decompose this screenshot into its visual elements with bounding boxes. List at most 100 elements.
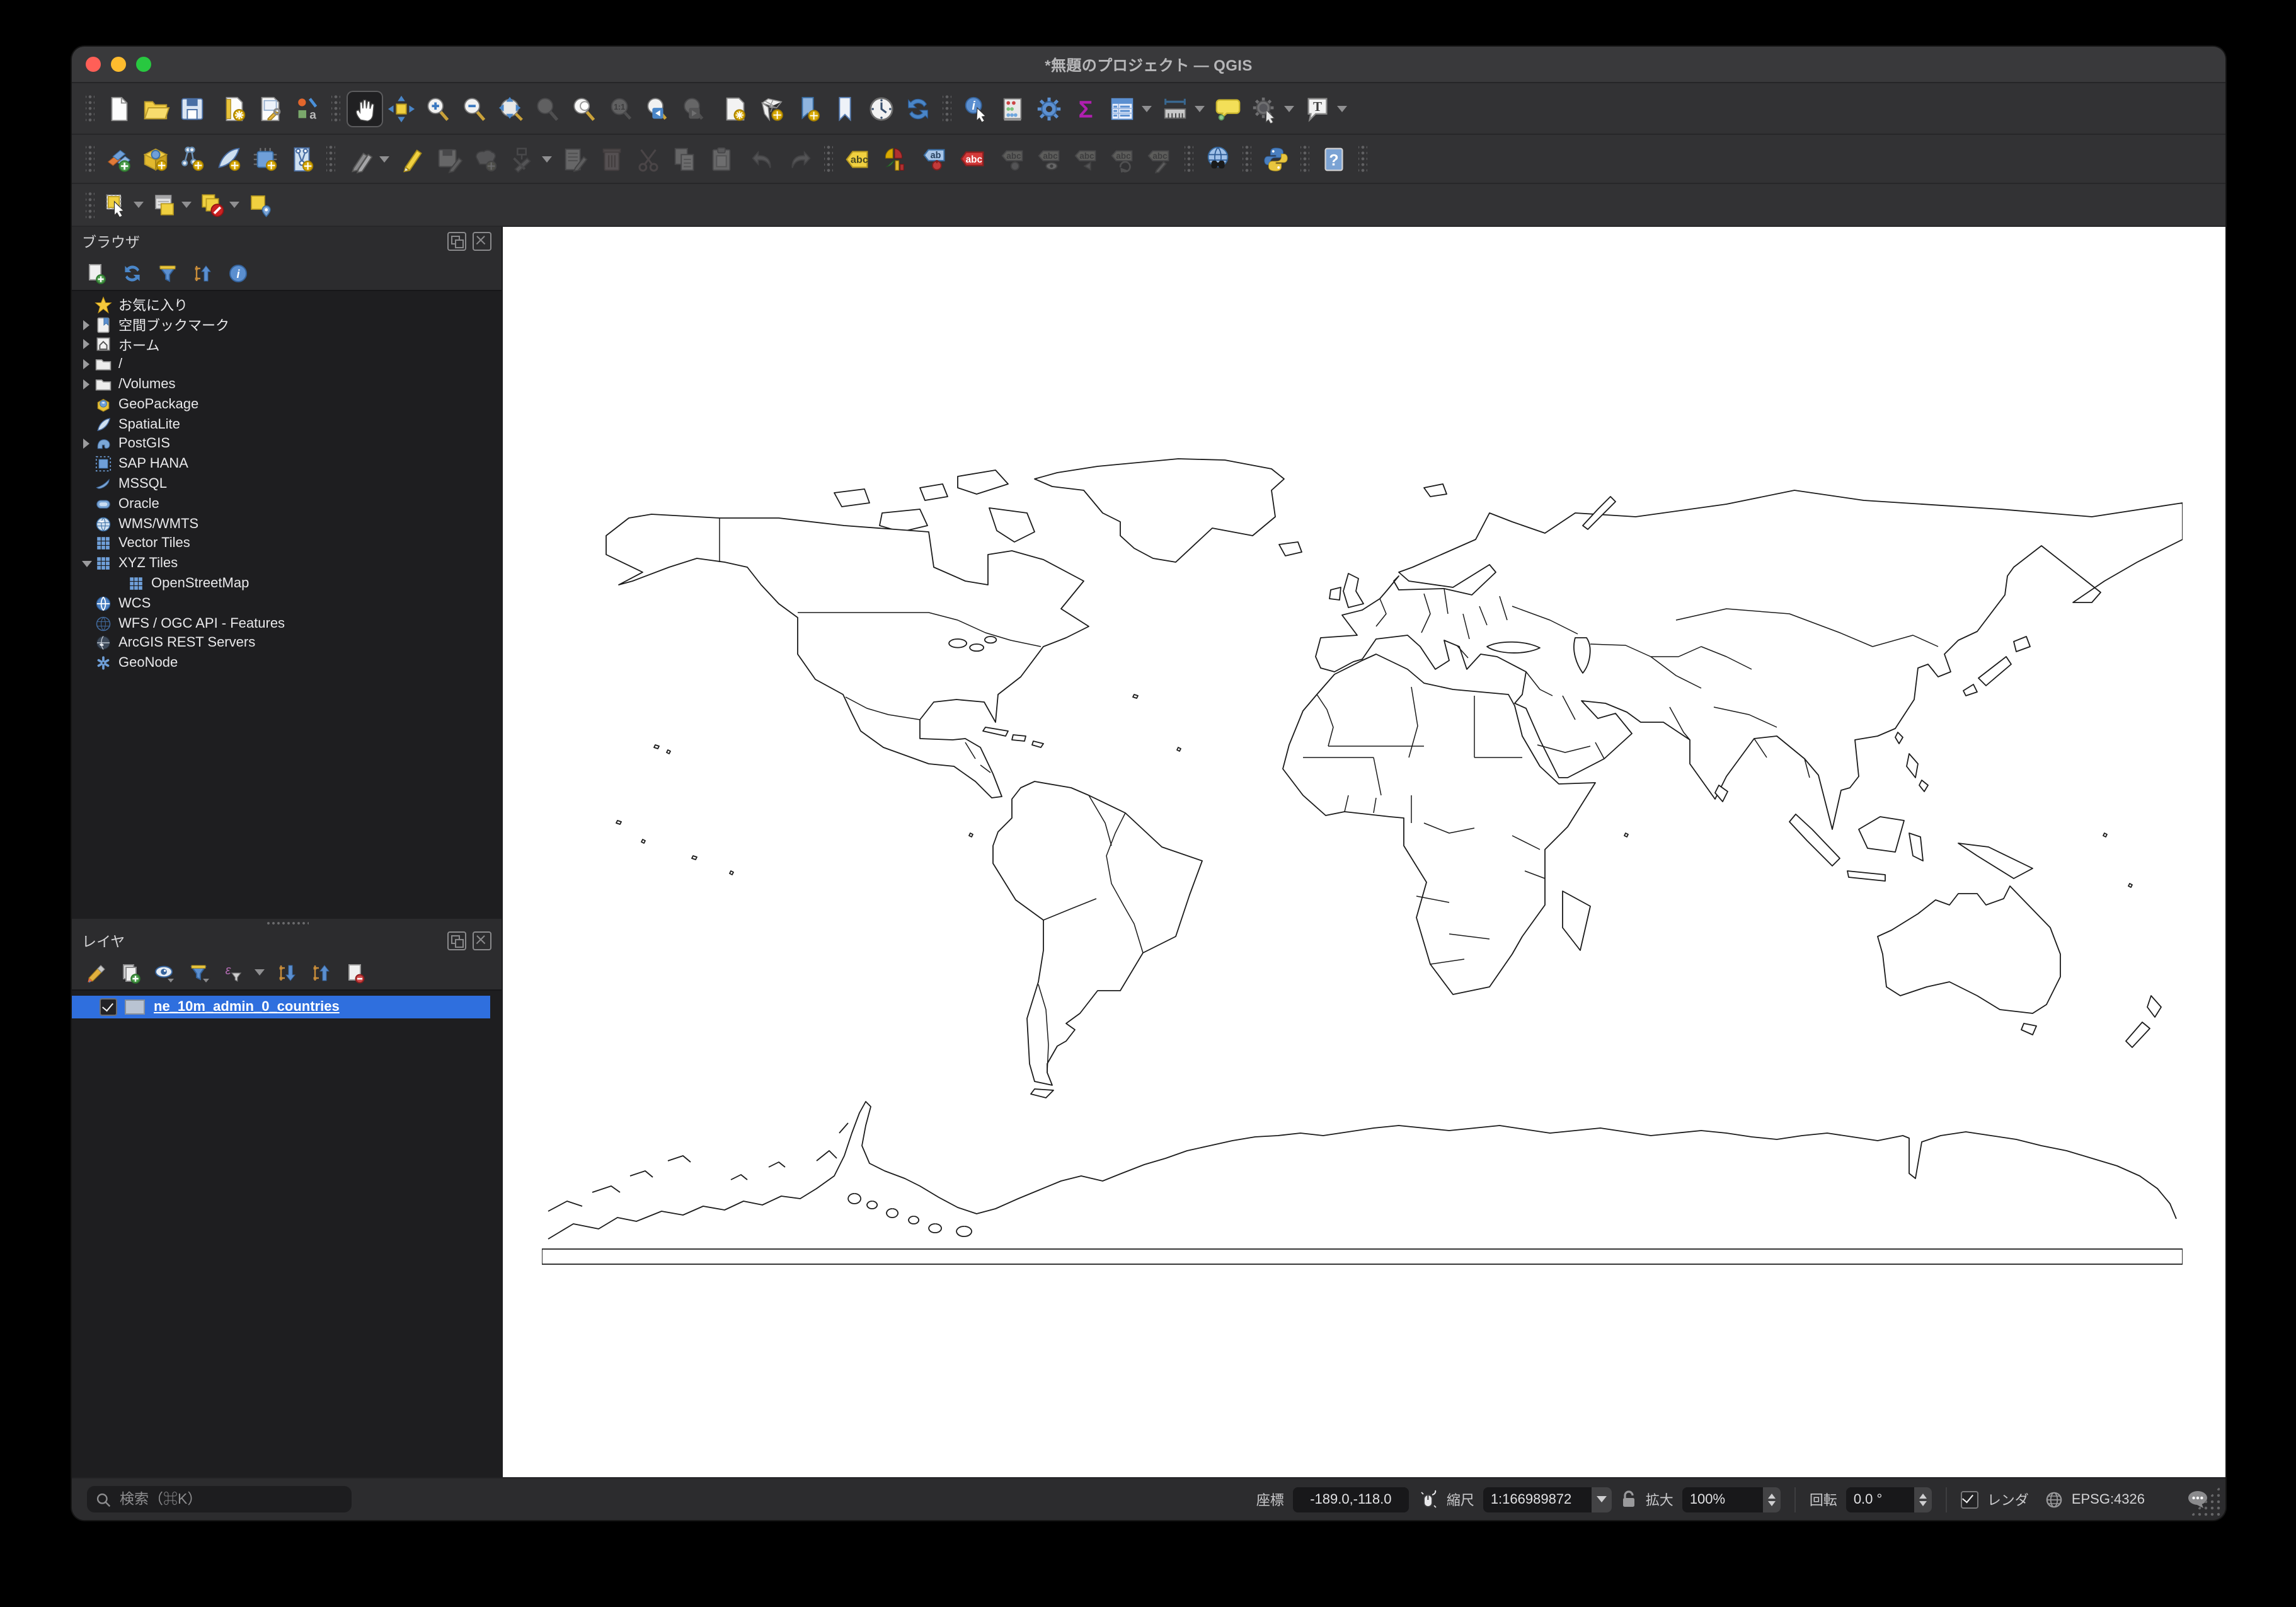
browser-item-geopackage[interactable]: GeoPackage xyxy=(72,395,502,415)
zoom-native-resolution-button[interactable]: 1:1 xyxy=(602,90,639,127)
coordinate-extent-toggle-icon[interactable] xyxy=(1418,1489,1438,1509)
zoom-to-layer-button[interactable] xyxy=(566,90,602,127)
browser-item-openstreetmap[interactable]: OpenStreetMap xyxy=(72,573,502,594)
expander-arrow-icon[interactable] xyxy=(79,359,93,370)
style-manager-button[interactable]: a xyxy=(289,90,325,127)
scale-input[interactable] xyxy=(1483,1492,1592,1507)
scale-dropdown-button[interactable] xyxy=(1591,1487,1612,1512)
browser-item-postgis[interactable]: PostGIS xyxy=(72,434,502,454)
browser-item--[interactable]: / xyxy=(72,355,502,375)
crs-value[interactable]: EPSG:4326 xyxy=(2072,1492,2145,1507)
rotation-spinbox[interactable] xyxy=(1845,1487,1932,1512)
remove-layer-button[interactable] xyxy=(343,960,367,984)
toolbar-drag-handle[interactable] xyxy=(1243,145,1251,173)
browser-item-vector-tiles[interactable]: Vector Tiles xyxy=(72,534,502,554)
new-3d-map-view-button[interactable] xyxy=(754,90,790,127)
collapse-all-button[interactable] xyxy=(309,960,333,984)
browser-item--[interactable]: 空間ブックマーク xyxy=(72,315,502,335)
toolbar-drag-handle[interactable] xyxy=(86,95,95,122)
field-calculator-button[interactable] xyxy=(994,90,1031,127)
browser-item-arcgis-rest-servers[interactable]: ArcGIS REST Servers xyxy=(72,633,502,654)
pan-to-selection-button[interactable] xyxy=(383,90,420,127)
new-spatialite-layer-button[interactable] xyxy=(210,141,247,177)
new-mesh-layer-button[interactable] xyxy=(247,141,284,177)
toolbar-drag-handle[interactable] xyxy=(1358,145,1367,173)
browser-item-sap-hana[interactable]: SAP HANA xyxy=(72,454,502,475)
new-map-view-button[interactable] xyxy=(717,90,754,127)
browser-item-wms-wmts[interactable]: WMS/WMTS xyxy=(72,514,502,534)
filter-legend-button[interactable] xyxy=(187,960,210,984)
run-feature-action-button[interactable] xyxy=(1246,90,1283,127)
toggle-editing-button[interactable] xyxy=(394,141,431,177)
layout-manager-button[interactable] xyxy=(252,90,289,127)
text-annotation-button[interactable]: T xyxy=(1299,90,1336,127)
temporal-controller-button[interactable] xyxy=(863,90,900,127)
collapse-all-button[interactable] xyxy=(190,261,214,285)
copy-features-button[interactable] xyxy=(667,141,703,177)
zoom-to-selection-button[interactable] xyxy=(529,90,566,127)
browser-item--[interactable]: ホーム xyxy=(72,335,502,355)
rotate-label-button[interactable]: abc xyxy=(1105,141,1142,177)
properties-button[interactable]: i xyxy=(226,261,250,285)
filter-by-expression-button[interactable]: ε xyxy=(221,960,244,984)
locator-search[interactable] xyxy=(87,1486,352,1512)
pan-map-button[interactable] xyxy=(347,90,383,127)
manage-map-themes-button[interactable] xyxy=(152,960,176,984)
add-group-button[interactable] xyxy=(118,960,142,984)
toolbar-drag-handle[interactable] xyxy=(824,145,833,173)
new-geopackage-layer-button[interactable] xyxy=(137,141,174,177)
data-source-manager-button[interactable] xyxy=(101,141,137,177)
open-layer-styling-button[interactable] xyxy=(84,960,108,984)
panel-splitter[interactable] xyxy=(72,919,502,926)
save-project-button[interactable] xyxy=(174,90,210,127)
expand-all-button[interactable] xyxy=(275,960,299,984)
toolbar-drag-handle[interactable] xyxy=(1300,145,1309,173)
browser-item-xyz-tiles[interactable]: XYZ Tiles xyxy=(72,554,502,574)
browser-item-spatialite[interactable]: SpatiaLite xyxy=(72,415,502,435)
add-polygon-feature-button[interactable] xyxy=(468,141,504,177)
delete-selected-button[interactable] xyxy=(594,141,630,177)
change-label-button[interactable]: abc xyxy=(1142,141,1178,177)
browser-item-wcs[interactable]: WCS xyxy=(72,594,502,614)
magnifier-input[interactable] xyxy=(1682,1492,1763,1507)
render-checkbox[interactable] xyxy=(1960,1490,1978,1508)
browser-item--volumes[interactable]: /Volumes xyxy=(72,374,502,395)
select-features-by-value-button[interactable] xyxy=(149,189,180,221)
layer-diagram-options-button[interactable] xyxy=(876,141,912,177)
identify-features-button[interactable]: i xyxy=(958,90,994,127)
show-hide-labels-button[interactable]: abc xyxy=(1032,141,1069,177)
expander-arrow-icon[interactable] xyxy=(79,379,93,390)
browser-item-wfs-ogc-api-features[interactable]: WFS / OGC API - Features xyxy=(72,614,502,634)
browser-item-oracle[interactable]: Oracle xyxy=(72,494,502,514)
measure-button[interactable] xyxy=(1157,90,1193,127)
rotation-input[interactable] xyxy=(1845,1492,1914,1507)
paste-features-button[interactable] xyxy=(703,141,740,177)
toolbar-drag-handle[interactable] xyxy=(943,95,951,122)
float-panel-button[interactable] xyxy=(447,232,466,251)
undo-button[interactable] xyxy=(745,141,781,177)
toolbar-drag-handle[interactable] xyxy=(86,145,95,173)
close-window-button[interactable] xyxy=(86,57,101,72)
new-spatial-bookmark-button[interactable] xyxy=(790,90,827,127)
zoom-last-button[interactable] xyxy=(639,90,675,127)
layer-labeling-options-button[interactable]: abc xyxy=(839,141,876,177)
coordinate-input[interactable] xyxy=(1292,1492,1409,1507)
zoom-window-button[interactable] xyxy=(136,57,151,72)
expander-arrow-icon[interactable] xyxy=(79,339,93,350)
deselect-features-button[interactable] xyxy=(197,189,228,221)
help-button[interactable]: ? xyxy=(1316,141,1352,177)
rotation-stepper[interactable] xyxy=(1914,1487,1932,1512)
processing-toolbox-button[interactable] xyxy=(1031,90,1067,127)
vertex-tool-button[interactable] xyxy=(504,141,541,177)
move-label-button[interactable]: abc xyxy=(1069,141,1105,177)
close-panel-button[interactable] xyxy=(473,931,491,950)
browser-item--[interactable]: お気に入り xyxy=(72,295,502,315)
minimize-window-button[interactable] xyxy=(111,57,126,72)
layer-row[interactable]: ne_10m_admin_0_countries xyxy=(72,996,490,1018)
modify-attributes-button[interactable] xyxy=(557,141,594,177)
map-tips-button[interactable] xyxy=(1210,90,1246,127)
crs-globe-icon[interactable] xyxy=(2045,1490,2063,1508)
metasearch-button[interactable] xyxy=(1200,141,1236,177)
statistical-summary-button[interactable]: Σ xyxy=(1067,90,1104,127)
new-virtual-layer-button[interactable] xyxy=(284,141,320,177)
